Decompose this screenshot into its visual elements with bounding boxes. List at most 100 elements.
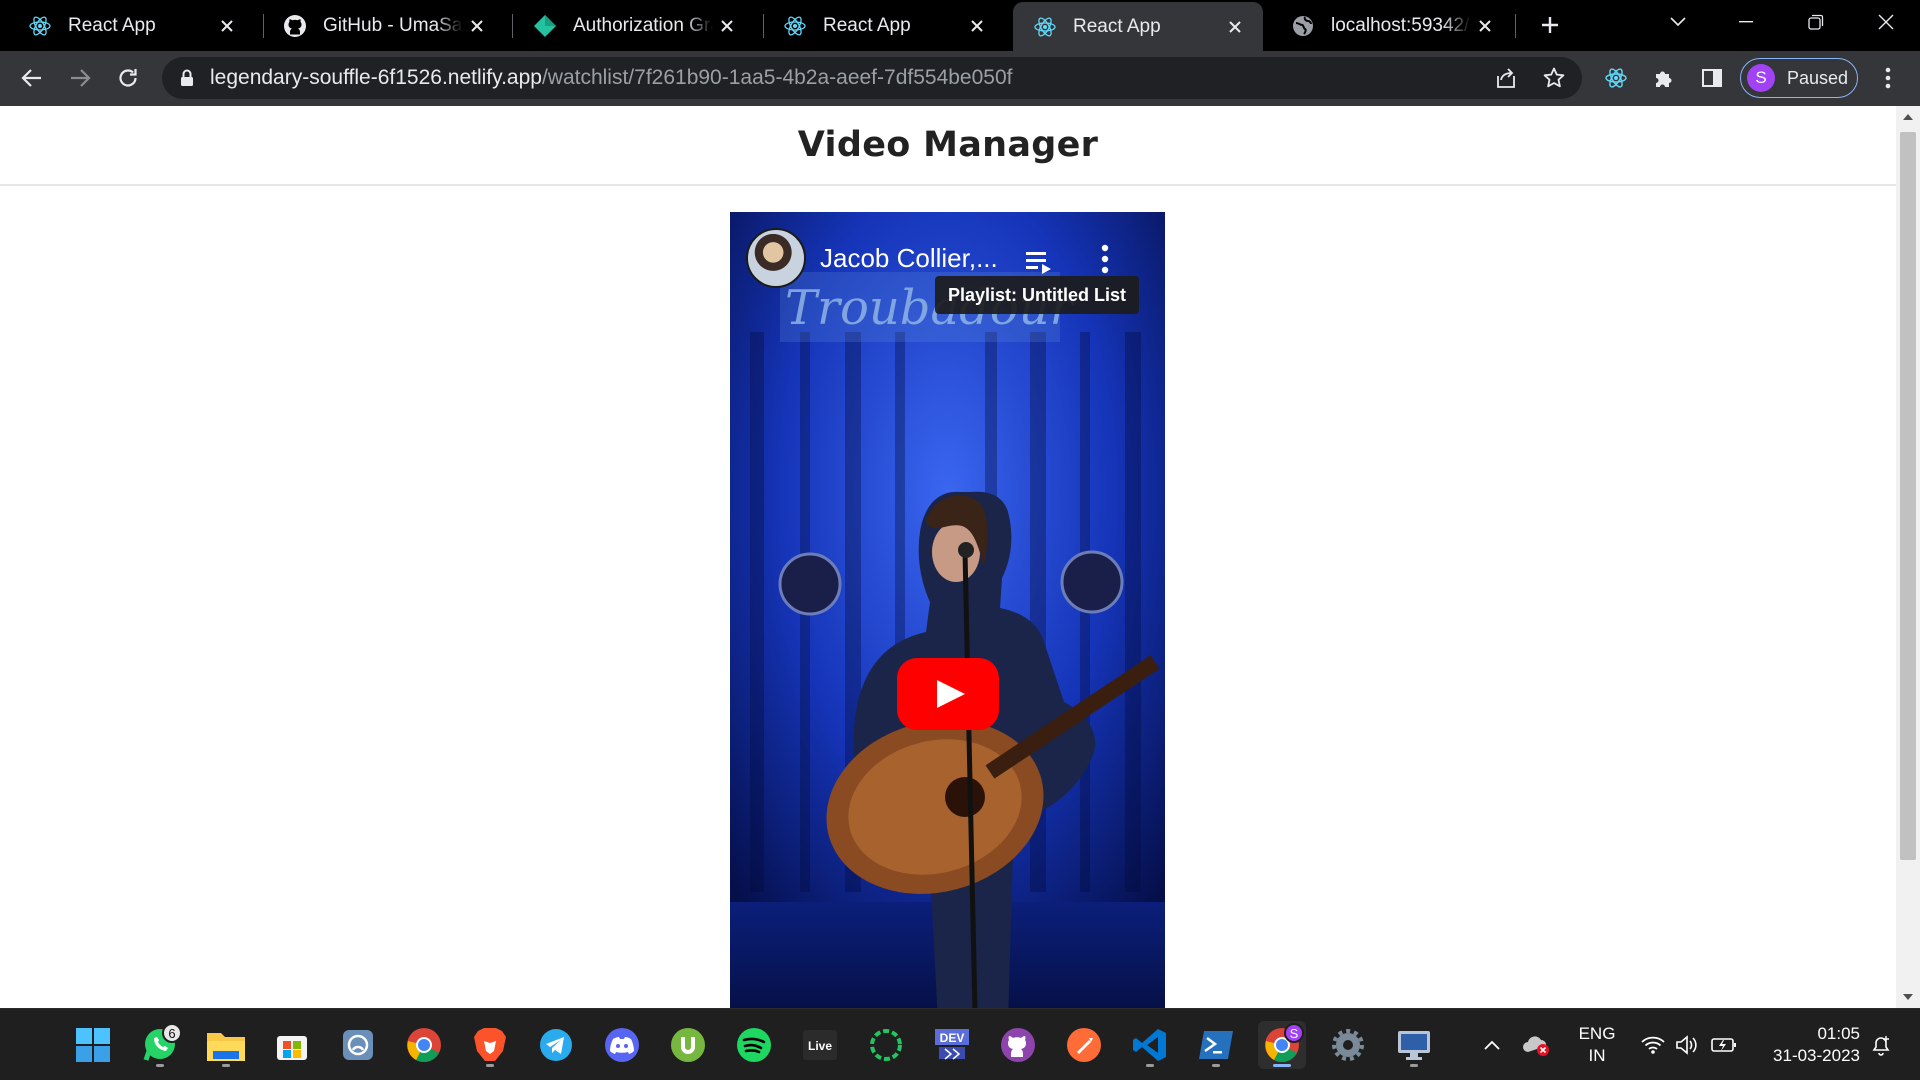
taskbar-devtoys[interactable]: DEV (928, 1021, 976, 1069)
close-icon[interactable] (713, 12, 741, 40)
tab-authorization[interactable]: Authorization Grant (505, 0, 755, 51)
devtoys-icon: DEV (935, 1029, 969, 1060)
video-thumbnail: Troubadour (730, 212, 1165, 1008)
menu-button[interactable] (1870, 60, 1906, 96)
photos-icon (343, 1030, 373, 1060)
close-window-button[interactable] (1856, 0, 1916, 44)
volume-status[interactable] (1672, 1021, 1702, 1069)
playlist-tooltip: Playlist: Untitled List (935, 276, 1140, 314)
wifi-status[interactable] (1638, 1021, 1668, 1069)
share-icon[interactable] (1492, 64, 1520, 92)
avatar: S (1747, 64, 1775, 92)
playlist-icon[interactable] (1026, 250, 1052, 274)
taskbar-powershell[interactable] (1192, 1021, 1240, 1069)
notifications-button[interactable] (1866, 1021, 1896, 1069)
tab-react-app-1[interactable]: React App (0, 0, 255, 51)
profile-button[interactable]: S Paused (1740, 58, 1858, 98)
taskbar-discord[interactable] (598, 1021, 646, 1069)
language-indicator[interactable]: ENG IN (1572, 1023, 1622, 1067)
new-tab-button[interactable] (1535, 10, 1565, 40)
extensions-button[interactable] (1646, 60, 1682, 96)
taskbar-brave[interactable] (466, 1021, 514, 1069)
taskbar-github-desktop[interactable] (994, 1021, 1042, 1069)
forward-arrow-icon (71, 69, 91, 87)
running-indicator (486, 1064, 494, 1067)
taskbar-store[interactable] (268, 1021, 316, 1069)
running-indicator (1410, 1064, 1418, 1067)
scroll-thumb[interactable] (1900, 132, 1916, 860)
taskbar-utorrent[interactable] (664, 1021, 712, 1069)
scroll-down-button[interactable] (1896, 986, 1920, 1008)
lock-icon[interactable] (180, 68, 196, 88)
channel-avatar[interactable] (746, 228, 806, 288)
tab-github[interactable]: GitHub - UmaSahni (255, 0, 505, 51)
spotify-icon (737, 1028, 771, 1062)
onedrive-status[interactable] (1520, 1021, 1554, 1069)
star-icon[interactable] (1540, 64, 1568, 92)
tab-react-app-2[interactable]: React App (755, 0, 1005, 51)
close-icon[interactable] (213, 12, 241, 40)
side-panel-button[interactable] (1694, 60, 1730, 96)
close-icon[interactable] (1221, 13, 1249, 41)
clock[interactable]: 01:05 31-03-2023 (1750, 1023, 1860, 1067)
battery-status[interactable] (1708, 1021, 1740, 1069)
scroll-up-button[interactable] (1896, 106, 1920, 128)
start-button[interactable] (69, 1021, 117, 1069)
wifi-icon (1641, 1036, 1665, 1054)
restore-button[interactable] (1786, 0, 1846, 44)
discord-icon (605, 1028, 639, 1062)
video-title[interactable]: Jacob Collier,... (820, 243, 998, 274)
taskbar-whatsapp[interactable]: 6 (136, 1021, 184, 1069)
gear-icon (1332, 1029, 1364, 1061)
show-hidden-icons[interactable] (1478, 1021, 1506, 1069)
active-indicator (1273, 1064, 1291, 1067)
url-text[interactable]: legendary-souffle-6f1526.netlify.app/wat… (210, 66, 1012, 90)
taskbar-live[interactable]: Live (796, 1021, 844, 1069)
taskbar-chrome[interactable] (400, 1021, 448, 1069)
taskbar-settings[interactable] (1324, 1021, 1372, 1069)
address-bar[interactable]: legendary-souffle-6f1526.netlify.app/wat… (162, 57, 1582, 99)
cloud-error-icon (1523, 1036, 1549, 1056)
tab-title: React App (823, 14, 911, 36)
windows-icon (76, 1028, 110, 1062)
close-icon[interactable] (963, 12, 991, 40)
vscode-icon (1133, 1029, 1166, 1061)
arrow-up-icon (1903, 114, 1913, 120)
back-button[interactable] (14, 60, 50, 96)
taskbar-spotify[interactable] (730, 1021, 778, 1069)
browser-toolbar: legendary-souffle-6f1526.netlify.app/wat… (0, 51, 1920, 106)
taskbar-postman[interactable] (1060, 1021, 1108, 1069)
react-devtools-extension[interactable] (1598, 60, 1634, 96)
play-button[interactable] (897, 658, 999, 730)
taskbar-remote-desktop[interactable] (1390, 1021, 1438, 1069)
postman-icon (1067, 1028, 1101, 1062)
close-icon[interactable] (463, 12, 491, 40)
taskbar-file-explorer[interactable] (202, 1021, 250, 1069)
powershell-icon (1199, 1031, 1233, 1059)
notification-bell-icon (1872, 1036, 1890, 1056)
app-header: Video Manager (0, 106, 1896, 186)
close-icon[interactable] (1471, 12, 1499, 40)
forward-button[interactable] (62, 60, 98, 96)
taskbar-photos[interactable] (334, 1021, 382, 1069)
taskbar-chrome-profile[interactable]: S (1258, 1021, 1306, 1069)
youtube-embed[interactable]: Troubadour Jacob Collier,... Playlist: U… (730, 212, 1165, 1008)
taskbar-telegram[interactable] (532, 1021, 580, 1069)
tab-react-app-active[interactable]: React App (1013, 2, 1263, 51)
profile-badge: S (1284, 1023, 1304, 1043)
speaker-icon (1676, 1035, 1697, 1055)
reload-button[interactable] (110, 60, 146, 96)
minimize-button[interactable] (1716, 0, 1776, 44)
taskbar-vscode[interactable] (1126, 1021, 1174, 1069)
tab-localhost[interactable]: localhost:59342/?code (1263, 0, 1513, 51)
live-icon: Live (803, 1030, 837, 1060)
taskbar-circle-app[interactable] (862, 1021, 910, 1069)
more-options-icon[interactable] (1100, 244, 1110, 274)
tab-title: React App (68, 14, 156, 36)
page-scrollbar[interactable] (1896, 106, 1920, 1008)
plus-icon (1542, 17, 1558, 33)
tab-search-button[interactable] (1648, 0, 1708, 44)
tab-title: GitHub - UmaSahni (323, 14, 463, 36)
react-icon (1033, 15, 1057, 39)
remote-desktop-icon (1398, 1031, 1430, 1060)
